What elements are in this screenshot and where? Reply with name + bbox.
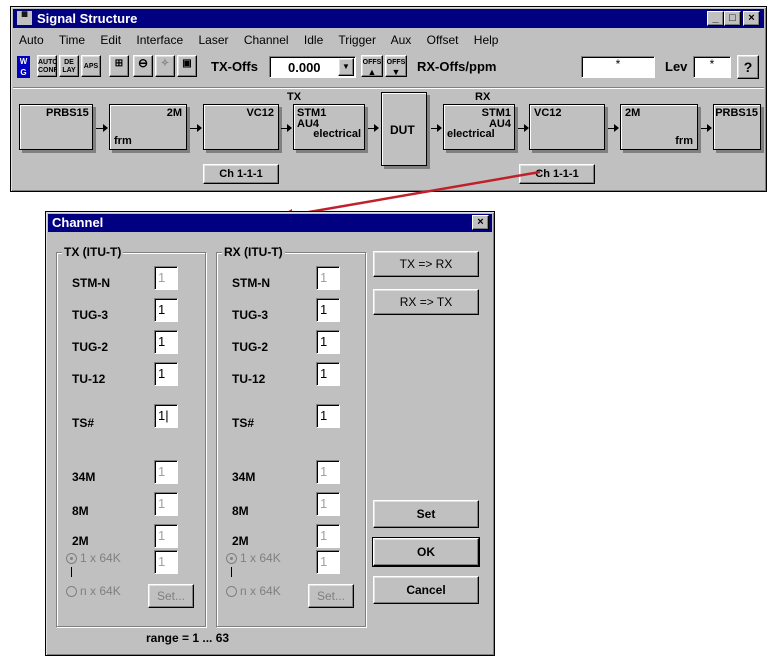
rx-tug2-label: TUG-2 bbox=[232, 340, 268, 354]
tx-34m-value: 1 bbox=[158, 464, 166, 479]
rx-8m-value: 1 bbox=[320, 496, 328, 511]
tx-64k-field[interactable]: 1 bbox=[154, 550, 178, 574]
tx-radio-nx64-label: n x 64K bbox=[80, 584, 121, 598]
tx-radio-nx64[interactable] bbox=[66, 586, 77, 597]
rx-to-tx-label: RX => TX bbox=[399, 295, 453, 309]
rx-stm-n-label: STM-N bbox=[232, 276, 270, 290]
rx-radio-nx64-label: n x 64K bbox=[240, 584, 281, 598]
rx-34m-value: 1 bbox=[320, 464, 328, 479]
rx-to-tx-button[interactable]: RX => TX bbox=[373, 289, 479, 315]
rx-34m-field[interactable]: 1 bbox=[316, 460, 340, 484]
rx-stm-n-field[interactable]: 1 bbox=[316, 266, 340, 290]
tx-8m-field[interactable]: 1 bbox=[154, 492, 178, 516]
rx-tu12-field[interactable]: 1 bbox=[316, 362, 340, 386]
cancel-label: Cancel bbox=[406, 583, 446, 597]
rx-tu12-label: TU-12 bbox=[232, 372, 266, 386]
rx-8m-label: 8M bbox=[232, 504, 249, 518]
rx-64k-value: 1 bbox=[320, 554, 328, 569]
set-button[interactable]: Set bbox=[373, 500, 479, 528]
tx-tug2-field[interactable]: 1 bbox=[154, 330, 178, 354]
rx-tug3-field[interactable]: 1 bbox=[316, 298, 340, 322]
rx-tug2-field[interactable]: 1 bbox=[316, 330, 340, 354]
close-icon: × bbox=[477, 216, 484, 228]
rx-2m-value: 1 bbox=[320, 528, 328, 543]
rx-ts-label: TS# bbox=[232, 416, 255, 430]
rx-ts-field[interactable]: 1 bbox=[316, 404, 340, 428]
tx-group-title: TX (ITU-T) bbox=[62, 245, 124, 259]
rx-8m-field[interactable]: 1 bbox=[316, 492, 340, 516]
tx-tu12-field[interactable]: 1 bbox=[154, 362, 178, 386]
tx-ts-label: TS# bbox=[72, 416, 95, 430]
tx-8m-value: 1 bbox=[158, 496, 166, 511]
rx-2m-field[interactable]: 1 bbox=[316, 524, 340, 548]
rx-radio-1x64[interactable] bbox=[226, 553, 237, 564]
tx-radio-1x64[interactable] bbox=[66, 553, 77, 564]
text-cursor: | bbox=[165, 408, 169, 423]
tx-64k-value: 1 bbox=[158, 554, 166, 569]
rx-2m-label: 2M bbox=[232, 534, 249, 548]
rx-group-title: RX (ITU-T) bbox=[222, 245, 285, 259]
tx-set-small-label: Set... bbox=[156, 589, 185, 603]
tx-2m-field[interactable]: 1 bbox=[154, 524, 178, 548]
tx-34m-field[interactable]: 1 bbox=[154, 460, 178, 484]
tx-tug3-value: 1 bbox=[158, 302, 166, 317]
rx-radio-1x64-label: 1 x 64K bbox=[240, 551, 281, 565]
rx-ts-value: 1 bbox=[320, 408, 328, 423]
dialog-title-bar[interactable]: Channel × bbox=[48, 214, 492, 232]
tx-to-rx-button[interactable]: TX => RX bbox=[373, 251, 479, 277]
tx-stm-n-field[interactable]: 1 bbox=[154, 266, 178, 290]
cancel-button[interactable]: Cancel bbox=[373, 576, 479, 604]
callout-line bbox=[285, 170, 541, 218]
tx-set-small-button[interactable]: Set... bbox=[148, 584, 194, 608]
ok-label: OK bbox=[417, 545, 435, 559]
rx-64k-field[interactable]: 1 bbox=[316, 550, 340, 574]
channel-dialog: Channel × TX (ITU-T) STM-N 1 TUG-3 1 TUG… bbox=[45, 211, 495, 656]
rx-34m-label: 34M bbox=[232, 470, 256, 484]
rx-set-small-label: Set... bbox=[316, 589, 345, 603]
rx-radio-nx64[interactable] bbox=[226, 586, 237, 597]
tx-2m-label: 2M bbox=[72, 534, 89, 548]
rx-radio-connector bbox=[231, 567, 232, 577]
tx-ts-field[interactable]: 1| bbox=[154, 404, 178, 428]
tx-2m-value: 1 bbox=[158, 528, 166, 543]
tx-tug2-label: TUG-2 bbox=[72, 340, 108, 354]
tx-stm-n-label: STM-N bbox=[72, 276, 110, 290]
rx-tu12-value: 1 bbox=[320, 366, 328, 381]
tx-tug2-value: 1 bbox=[158, 334, 166, 349]
tx-tu12-label: TU-12 bbox=[72, 372, 106, 386]
tx-8m-label: 8M bbox=[72, 504, 89, 518]
dialog-title: Channel bbox=[52, 215, 104, 230]
tx-tu12-value: 1 bbox=[158, 366, 166, 381]
rx-tug2-value: 1 bbox=[320, 334, 328, 349]
ok-button[interactable]: OK bbox=[372, 537, 480, 567]
tx-34m-label: 34M bbox=[72, 470, 96, 484]
range-text: range = 1 ... 63 bbox=[146, 631, 230, 645]
set-label: Set bbox=[416, 507, 436, 521]
tx-to-rx-label: TX => RX bbox=[399, 257, 453, 271]
tx-tug3-field[interactable]: 1 bbox=[154, 298, 178, 322]
tx-tug3-label: TUG-3 bbox=[72, 308, 108, 322]
rx-tug3-label: TUG-3 bbox=[232, 308, 268, 322]
tx-stm-n-value: 1 bbox=[158, 270, 166, 285]
rx-tug3-value: 1 bbox=[320, 302, 328, 317]
rx-stm-n-value: 1 bbox=[320, 270, 328, 285]
tx-radio-1x64-label: 1 x 64K bbox=[80, 551, 121, 565]
rx-set-small-button[interactable]: Set... bbox=[308, 584, 354, 608]
tx-radio-connector bbox=[71, 567, 72, 577]
dialog-close-button[interactable]: × bbox=[472, 215, 489, 230]
